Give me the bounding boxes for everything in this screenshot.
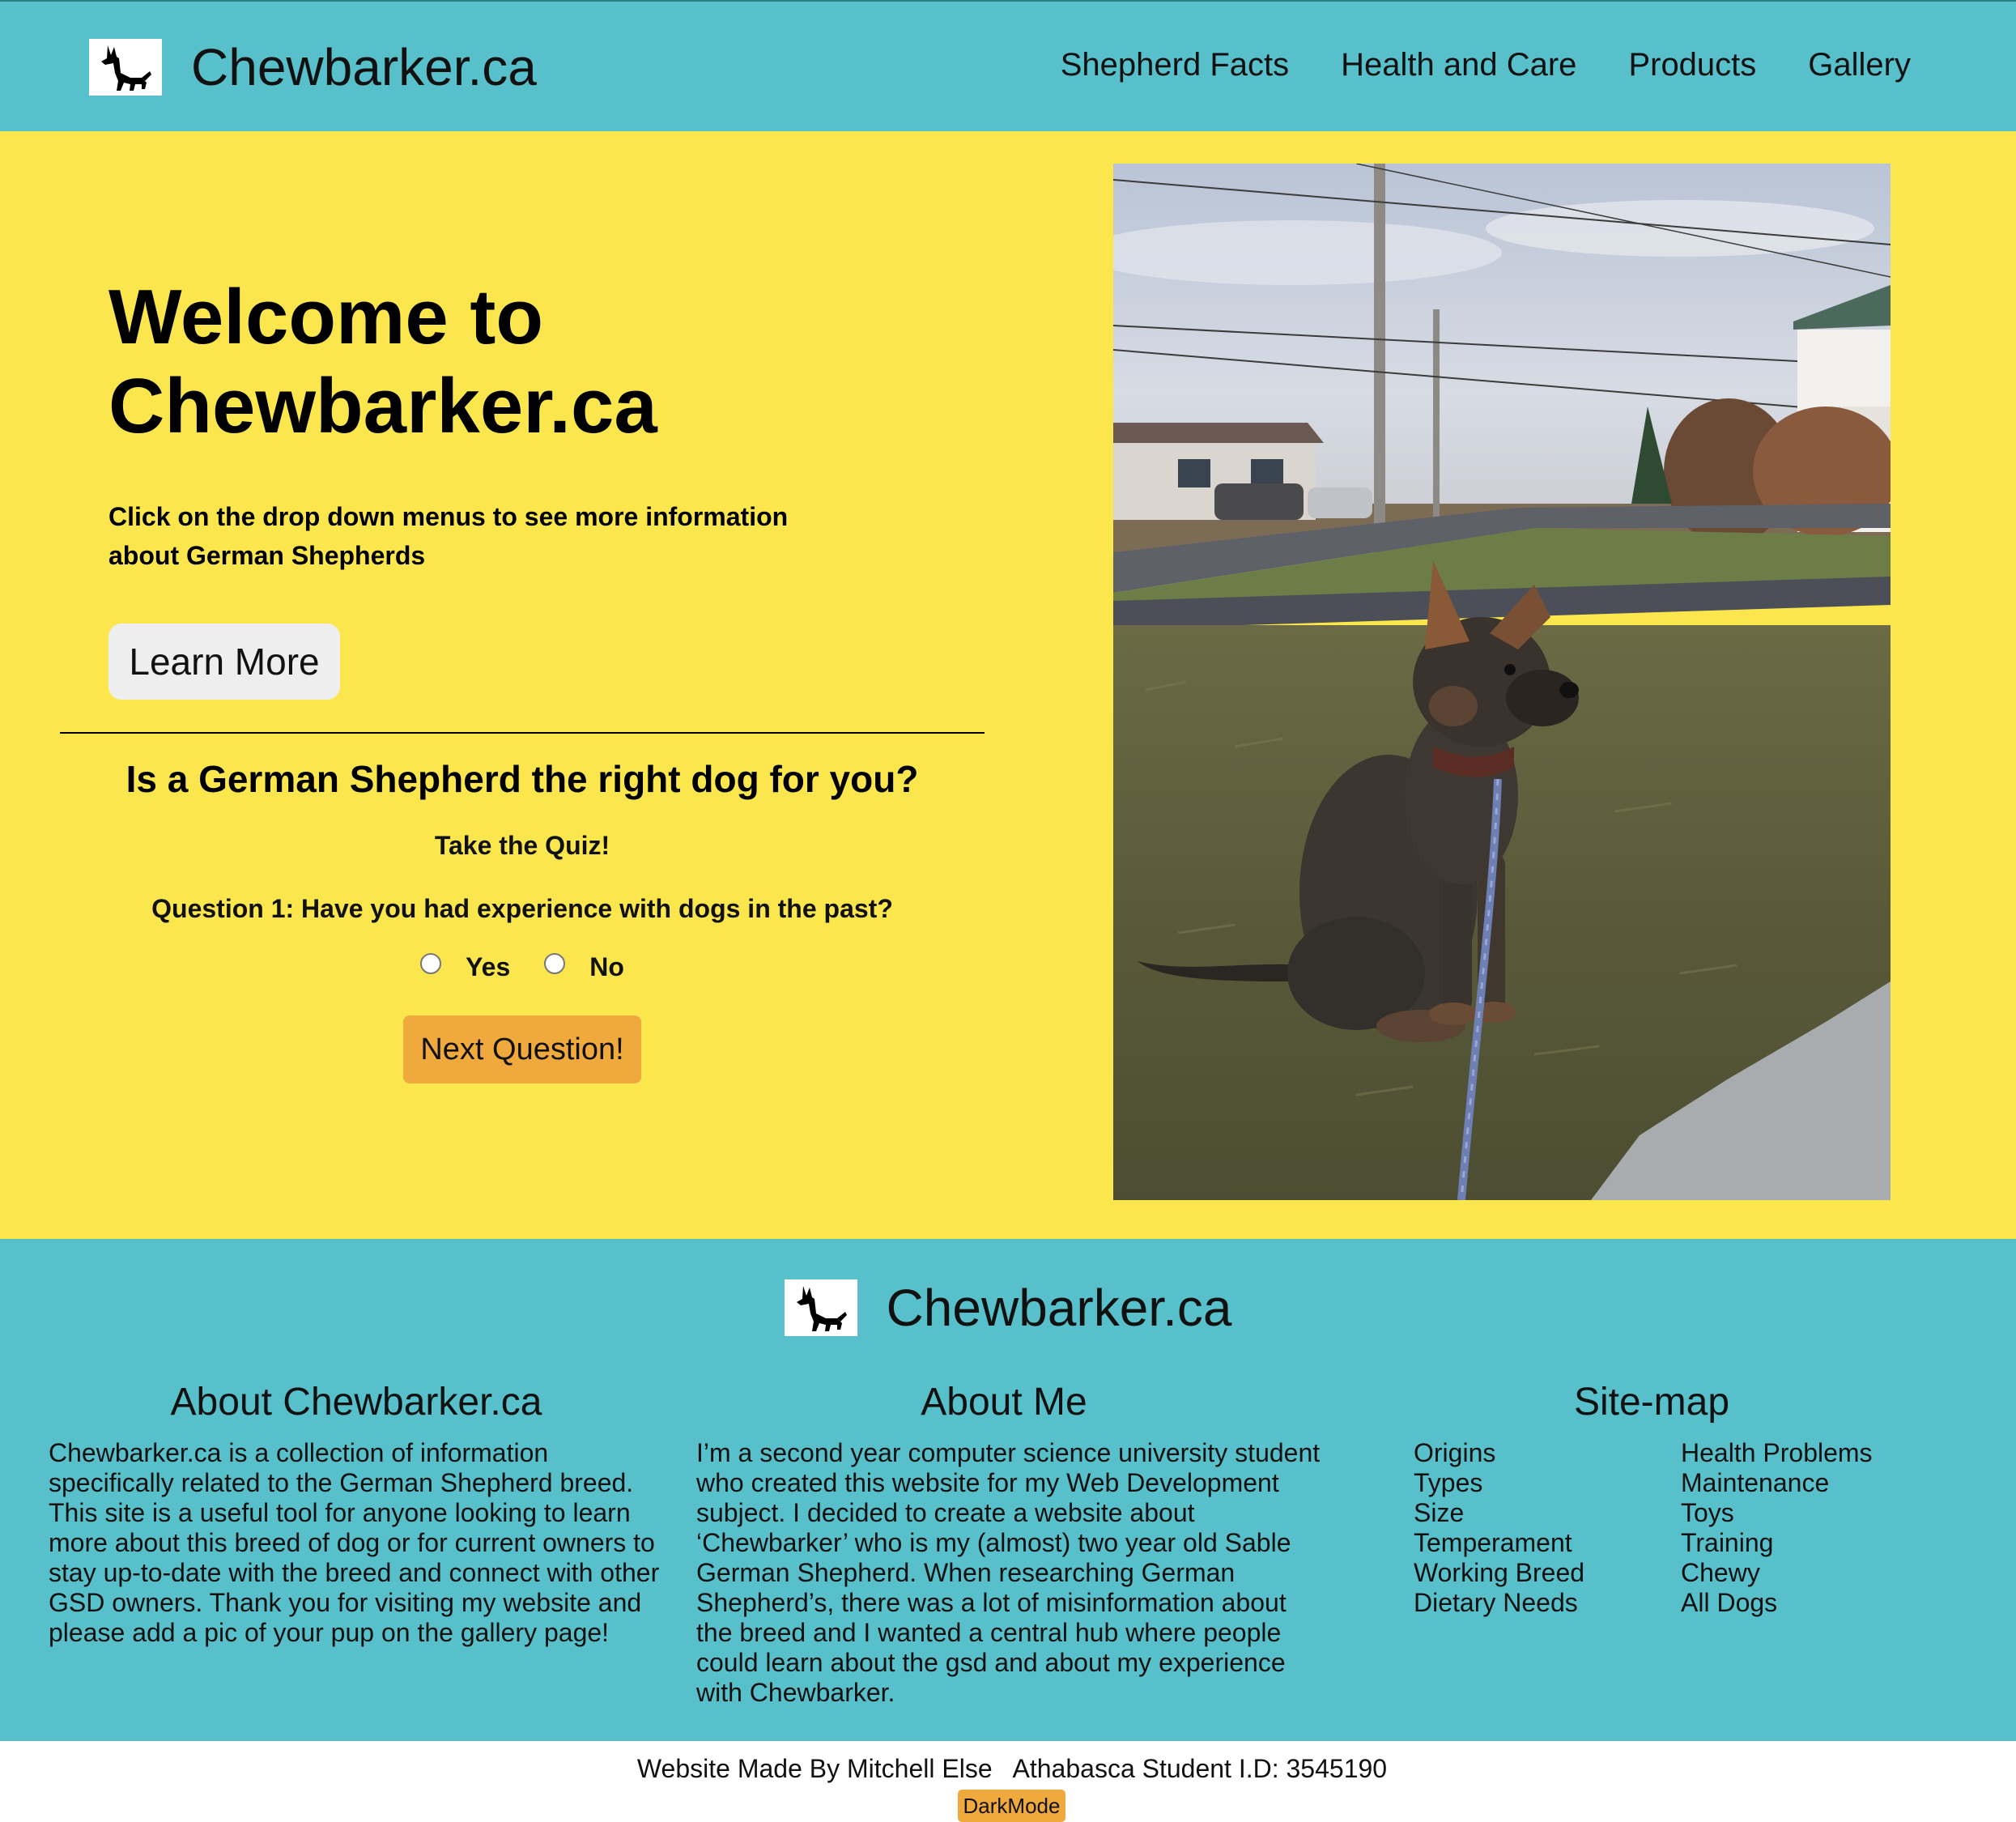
footer-brand-name: Chewbarker.ca [886, 1279, 1232, 1337]
about-site-title: About Chewbarker.ca [170, 1381, 542, 1424]
footer-german-shepherd-logo-icon [784, 1279, 857, 1336]
quiz-take-label: Take the Quiz! [434, 831, 610, 860]
radio-yes[interactable] [420, 953, 442, 974]
hero-divider [60, 732, 985, 734]
brand[interactable]: Chewbarker.ca [89, 39, 537, 96]
sitemap-link-temperament[interactable]: Temperament [1414, 1528, 1673, 1558]
sitemap-link-training[interactable]: Training [1681, 1528, 1940, 1558]
radio-no[interactable] [544, 953, 566, 974]
nav-gallery[interactable]: Gallery [1808, 49, 1911, 81]
bottom-bar: Website Made By Mitchell Else Athabasca … [0, 1741, 2016, 1822]
sitemap-link-chewy[interactable]: Chewy [1681, 1558, 1940, 1588]
sitemap-link-all-dogs[interactable]: All Dogs [1681, 1588, 1940, 1618]
sitemap-link-health-problems[interactable]: Health Problems [1681, 1438, 1940, 1468]
option-no-label: No [589, 951, 624, 981]
sitemap-link-types[interactable]: Types [1414, 1468, 1673, 1498]
puppy-photo [1113, 164, 1891, 1200]
sitemap-list-2: Health Problems Maintenance Toys Trainin… [1681, 1438, 1940, 1618]
next-question-button[interactable]: Next Question! [403, 1015, 641, 1083]
german-shepherd-logo-icon[interactable] [89, 39, 162, 96]
nav-health-and-care[interactable]: Health and Care [1341, 49, 1576, 81]
sitemap-link-toys[interactable]: Toys [1681, 1498, 1940, 1528]
quiz-options: Yes No [60, 949, 985, 985]
learn-more-button[interactable]: Learn More [108, 624, 340, 700]
sitemap-link-size[interactable]: Size [1414, 1498, 1673, 1528]
nav-products[interactable]: Products [1628, 49, 1756, 81]
site-footer: Chewbarker.ca About Chewbarker.ca Chewba… [0, 1239, 2016, 1741]
main-nav: Shepherd Facts Health and Care Products … [1009, 49, 1911, 81]
hero-title: Welcome to Chewbarker.ca [108, 274, 657, 449]
option-yes-label: Yes [466, 951, 511, 981]
sitemap-link-working-breed[interactable]: Working Breed [1414, 1558, 1673, 1588]
about-me-text: I’m a second year computer science unive… [696, 1438, 1321, 1707]
quiz-question: Question 1: Have you had experience with… [151, 894, 893, 923]
sitemap-title: Site-map [1573, 1381, 1730, 1424]
about-site-text: Chewbarker.ca is a collection of informa… [49, 1438, 660, 1647]
sitemap-link-dietary-needs[interactable]: Dietary Needs [1414, 1588, 1673, 1618]
site-header: Chewbarker.ca Shepherd Facts Health and … [0, 0, 2016, 131]
quiz-section: Is a German Shepherd the right dog for y… [60, 755, 985, 1083]
sitemap-link-origins[interactable]: Origins [1414, 1438, 1673, 1468]
darkmode-button[interactable]: DarkMode [958, 1790, 1065, 1822]
about-me-title: About Me [921, 1381, 1087, 1424]
hero-subtitle: Click on the drop down menus to see more… [108, 502, 789, 570]
credits-text: Website Made By Mitchell Else Athabasca … [636, 1754, 1388, 1783]
brand-name[interactable]: Chewbarker.ca [191, 41, 537, 93]
quiz-title: Is a German Shepherd the right dog for y… [125, 758, 919, 800]
sitemap-list-1: Origins Types Size Temperament Working B… [1414, 1438, 1673, 1618]
footer-brand: Chewbarker.ca [0, 1279, 2016, 1336]
sitemap-link-maintenance[interactable]: Maintenance [1681, 1468, 1940, 1498]
nav-shepherd-facts[interactable]: Shepherd Facts [1061, 49, 1289, 81]
hero-section: Welcome to Chewbarker.ca Click on the dr… [0, 131, 2016, 1239]
